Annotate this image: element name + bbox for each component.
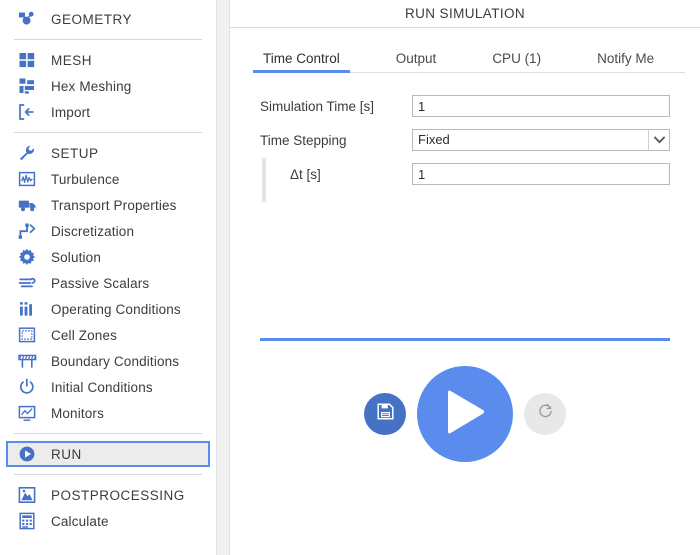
tab-notify-me[interactable]: Notify Me xyxy=(593,51,658,73)
sidebar-item-label: Solution xyxy=(51,249,101,265)
turbulence-waveform-icon xyxy=(16,169,38,189)
sidebar-item-postprocessing[interactable]: POSTPROCESSING xyxy=(6,482,210,508)
sidebar-group: POSTPROCESSING Calculate xyxy=(0,482,216,534)
run-button[interactable] xyxy=(417,366,513,462)
wrench-icon xyxy=(16,143,38,163)
delta-t-label: Δt [s] xyxy=(260,157,412,202)
sidebar-item-geometry[interactable]: GEOMETRY xyxy=(6,6,210,32)
action-zone xyxy=(230,338,700,555)
action-buttons xyxy=(230,366,700,462)
main-panel: RUN SIMULATION Time Control Output CPU (1)… xyxy=(230,0,700,555)
sidebar-group: SETUP Turbulence Transport Properties Discr… xyxy=(0,140,216,426)
postprocessing-image-icon xyxy=(16,485,38,505)
delta-t-row: Δt [s] xyxy=(260,157,670,202)
sidebar-item-label: POSTPROCESSING xyxy=(51,487,185,503)
passive-scalars-flow-icon xyxy=(16,273,38,293)
discretization-steps-icon xyxy=(16,221,38,241)
play-circle-icon xyxy=(16,444,38,464)
page-title: RUN SIMULATION xyxy=(230,0,700,28)
sidebar-group: GEOMETRY xyxy=(0,6,216,32)
sidebar-item-hex-meshing[interactable]: Hex Meshing xyxy=(6,73,210,99)
sidebar-item-label: Boundary Conditions xyxy=(51,353,180,369)
import-arrow-icon xyxy=(16,102,38,122)
simulation-time-input[interactable] xyxy=(412,95,670,117)
cell-zones-dashed-square-icon xyxy=(16,325,38,345)
sidebar-item-label: Transport Properties xyxy=(51,197,177,213)
indent-guide xyxy=(262,157,266,202)
bar-chart-icon xyxy=(16,299,38,319)
reset-button[interactable] xyxy=(524,393,566,435)
sidebar-item-label: Hex Meshing xyxy=(51,78,132,94)
sidebar-divider xyxy=(14,39,202,40)
sidebar-group: RUN xyxy=(0,441,216,467)
time-control-form: Simulation Time [s] Time Stepping Fixed xyxy=(260,95,670,202)
sidebar-item-setup[interactable]: SETUP xyxy=(6,140,210,166)
play-icon xyxy=(442,388,488,441)
sidebar-item-label: GEOMETRY xyxy=(51,11,133,27)
sidebar-item-transport-properties[interactable]: Transport Properties xyxy=(6,192,210,218)
sidebar-item-monitors[interactable]: Monitors xyxy=(6,400,210,426)
sidebar-item-mesh[interactable]: MESH xyxy=(6,47,210,73)
sidebar-item-label: Cell Zones xyxy=(51,327,118,343)
geometry-icon xyxy=(16,9,38,29)
sidebar-item-label: RUN xyxy=(51,446,82,462)
sidebar-divider xyxy=(14,474,202,475)
sidebar-item-label: Import xyxy=(51,104,91,120)
time-stepping-selected-value: Fixed xyxy=(418,132,450,147)
sidebar-item-label: Monitors xyxy=(51,405,104,421)
sidebar-divider xyxy=(14,433,202,434)
sidebar-item-label: Calculate xyxy=(51,513,109,529)
chevron-down-icon[interactable] xyxy=(648,130,669,150)
sidebar-item-import[interactable]: Import xyxy=(6,99,210,125)
tab-bar: Time Control Output CPU (1) Notify Me xyxy=(253,40,685,73)
gear-icon xyxy=(16,247,38,267)
simulation-time-row: Simulation Time [s] xyxy=(260,95,670,117)
save-button[interactable] xyxy=(364,393,406,435)
sidebar-divider xyxy=(14,132,202,133)
delta-t-input[interactable] xyxy=(412,163,670,185)
power-icon xyxy=(16,377,38,397)
monitor-chart-icon xyxy=(16,403,38,423)
sidebar-item-passive-scalars[interactable]: Passive Scalars xyxy=(6,270,210,296)
sidebar-item-run[interactable]: RUN xyxy=(6,441,210,467)
boundary-barrier-icon xyxy=(16,351,38,371)
accent-divider xyxy=(260,338,670,341)
calculator-icon xyxy=(16,511,38,531)
refresh-icon xyxy=(537,403,554,425)
sidebar-item-label: Initial Conditions xyxy=(51,379,153,395)
sidebar-item-label: MESH xyxy=(51,52,93,68)
tab-cpu-1[interactable]: CPU (1) xyxy=(488,51,545,73)
sidebar-item-solution[interactable]: Solution xyxy=(6,244,210,270)
sidebar-item-calculate[interactable]: Calculate xyxy=(6,508,210,534)
application-window: GEOMETRY MESH Hex Meshing Import SETUP Turbul… xyxy=(0,0,700,555)
truck-icon xyxy=(16,195,38,215)
sidebar-item-initial-conditions[interactable]: Initial Conditions xyxy=(6,374,210,400)
sidebar-item-label: Passive Scalars xyxy=(51,275,150,291)
sidebar-item-label: Turbulence xyxy=(51,171,120,187)
tab-time-control[interactable]: Time Control xyxy=(253,51,350,73)
time-stepping-row: Time Stepping Fixed xyxy=(260,129,670,151)
sidebar-item-cell-zones[interactable]: Cell Zones xyxy=(6,322,210,348)
sidebar-item-boundary-conditions[interactable]: Boundary Conditions xyxy=(6,348,210,374)
sidebar-item-label: Operating Conditions xyxy=(51,301,181,317)
sidebar-item-operating-conditions[interactable]: Operating Conditions xyxy=(6,296,210,322)
floppy-disk-icon xyxy=(376,403,394,425)
sidebar-item-label: Discretization xyxy=(51,223,135,239)
sidebar-group: MESH Hex Meshing Import xyxy=(0,47,216,125)
tab-output[interactable]: Output xyxy=(392,51,441,73)
mesh-grid-icon xyxy=(16,50,38,70)
sidebar-item-turbulence[interactable]: Turbulence xyxy=(6,166,210,192)
simulation-time-label: Simulation Time [s] xyxy=(260,98,375,114)
time-stepping-label: Time Stepping xyxy=(260,132,347,148)
hex-meshing-icon xyxy=(16,76,38,96)
time-stepping-select[interactable]: Fixed xyxy=(412,129,670,151)
sidebar-item-label: SETUP xyxy=(51,145,99,161)
sidebar-item-discretization[interactable]: Discretization xyxy=(6,218,210,244)
panel-splitter[interactable] xyxy=(216,0,230,555)
navigation-sidebar: GEOMETRY MESH Hex Meshing Import SETUP Turbul… xyxy=(0,0,216,555)
delta-t-label-text: Δt [s] xyxy=(290,166,321,182)
